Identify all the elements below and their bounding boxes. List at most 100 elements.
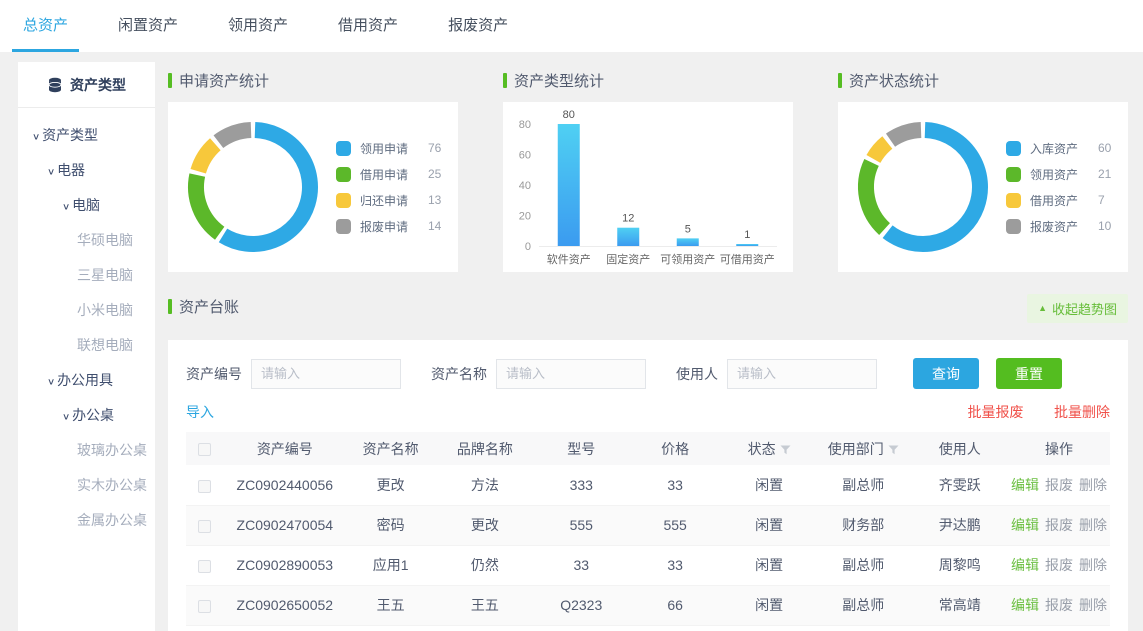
column-header-品牌名称: 品牌名称 xyxy=(434,432,535,465)
tab-借用资产[interactable]: 借用资产 xyxy=(327,0,409,52)
select-all-checkbox[interactable] xyxy=(198,443,211,456)
scrap-link[interactable]: 报废 xyxy=(1045,517,1073,533)
table-cell: 33 xyxy=(627,545,723,585)
reset-button[interactable]: 重置 xyxy=(996,358,1062,389)
filter-icon[interactable] xyxy=(888,445,899,455)
column-header-使用部门: 使用部门 xyxy=(815,432,912,465)
tree-item-label: 电脑 xyxy=(72,197,100,213)
row-checkbox[interactable] xyxy=(198,480,211,493)
tree-item-实木办公桌[interactable]: 实木办公桌 xyxy=(18,468,155,503)
tree-item-资产类型[interactable]: ∨资产类型 xyxy=(18,118,155,153)
tree-item-小米电脑[interactable]: 小米电脑 xyxy=(18,293,155,328)
ledger-title-text: 资产台账 xyxy=(179,296,239,317)
header-checkbox-cell xyxy=(186,432,223,465)
row-checkbox[interactable] xyxy=(198,600,211,613)
使用人-input[interactable] xyxy=(727,359,877,389)
column-header-label: 操作 xyxy=(1045,441,1073,457)
table-cell: 财务部 xyxy=(815,505,912,545)
column-header-资产名称: 资产名称 xyxy=(347,432,434,465)
scrap-link[interactable]: 报废 xyxy=(1045,597,1073,613)
table-cell: GG xyxy=(347,625,434,631)
search-button[interactable]: 查询 xyxy=(913,358,979,389)
tree-item-label: 三星电脑 xyxy=(77,267,133,283)
legend-value: 60 xyxy=(1098,141,1111,155)
table-cell: 应用1 xyxy=(347,545,434,585)
legend-swatch xyxy=(1006,193,1021,208)
edit-link[interactable]: 编辑 xyxy=(1011,517,1039,533)
edit-link[interactable]: 编辑 xyxy=(1011,557,1039,573)
asset-table: 资产编号资产名称品牌名称型号价格状态使用部门使用人操作 ZC0902440056… xyxy=(186,432,1110,631)
table-cell: 财务部 xyxy=(815,625,912,631)
tree-item-办公用具[interactable]: ∨办公用具 xyxy=(18,363,155,398)
collapse-trend-button[interactable]: ▲ 收起趋势图 xyxy=(1027,294,1128,323)
column-header-操作: 操作 xyxy=(1008,432,1110,465)
table-cell: Q2323 xyxy=(535,585,627,625)
chart-title-text: 资产状态统计 xyxy=(849,70,939,91)
tree-item-电器[interactable]: ∨电器 xyxy=(18,153,155,188)
batch-delete-link[interactable]: 批量删除 xyxy=(1054,404,1110,420)
svg-text:80: 80 xyxy=(563,109,575,121)
table-cell: W434 xyxy=(535,625,627,631)
import-link[interactable]: 导入 xyxy=(186,402,214,422)
ledger-card: 资产编号资产名称使用人查询重置 导入 批量报废 批量删除 资产编号资产名称品牌名… xyxy=(168,340,1128,631)
资产名称-input[interactable] xyxy=(496,359,646,389)
tab-总资产[interactable]: 总资产 xyxy=(12,0,79,52)
donut-svg-apply xyxy=(178,112,328,262)
delete-link[interactable]: 删除 xyxy=(1079,517,1107,533)
table-header-row: 资产编号资产名称品牌名称型号价格状态使用部门使用人操作 xyxy=(186,432,1110,465)
row-actions-cell: 编辑报废删除 xyxy=(1008,625,1110,631)
tree-item-联想电脑[interactable]: 联想电脑 xyxy=(18,328,155,363)
column-header-label: 型号 xyxy=(567,441,595,457)
tree-item-三星电脑[interactable]: 三星电脑 xyxy=(18,258,155,293)
tree-item-玻璃办公桌[interactable]: 玻璃办公桌 xyxy=(18,433,155,468)
edit-link[interactable]: 编辑 xyxy=(1011,597,1039,613)
edit-link[interactable]: 编辑 xyxy=(1011,477,1039,493)
table-cell: 闲置 xyxy=(723,465,815,505)
filter-icon[interactable] xyxy=(780,445,791,455)
batch-scrap-link[interactable]: 批量报废 xyxy=(968,404,1024,420)
scrap-link[interactable]: 报废 xyxy=(1045,557,1073,573)
svg-text:60: 60 xyxy=(519,150,531,162)
table-cell: 66 xyxy=(627,585,723,625)
资产编号-input[interactable] xyxy=(251,359,401,389)
tree-item-办公桌[interactable]: ∨办公桌 xyxy=(18,398,155,433)
charts-row: 申请资产统计领用申请76借用申请25归还申请13报废申请14资产类型统计0204… xyxy=(168,62,1128,272)
tree-item-金属办公桌[interactable]: 金属办公桌 xyxy=(18,503,155,538)
tab-闲置资产[interactable]: 闲置资产 xyxy=(107,0,189,52)
filter-group: 使用人 xyxy=(676,359,877,389)
column-header-label: 状态 xyxy=(748,441,776,457)
legend-label: 借用资产 xyxy=(1030,192,1088,209)
table-cell: 33 xyxy=(535,545,627,585)
table-cell: 闲置 xyxy=(723,585,815,625)
chart-title-apply: 申请资产统计 xyxy=(168,70,458,90)
column-header-label: 品牌名称 xyxy=(457,441,513,457)
legend-swatch xyxy=(1006,167,1021,182)
table-row: ZC0902890053应用1仍然3333闲置副总师周黎鸣编辑报废删除 xyxy=(186,545,1110,585)
tab-报废资产[interactable]: 报废资产 xyxy=(437,0,519,52)
legend-item: 归还申请13 xyxy=(336,187,441,213)
table-cell: 闲置 xyxy=(723,625,815,631)
table-cell: 闲置 xyxy=(723,505,815,545)
caret-down-icon: ∨ xyxy=(32,124,40,152)
scrap-link[interactable]: 报废 xyxy=(1045,477,1073,493)
row-checkbox-cell xyxy=(186,465,223,505)
chart-section-status: 资产状态统计入库资产60领用资产21借用资产7报废资产10 xyxy=(838,62,1128,272)
tree-item-电脑[interactable]: ∨电脑 xyxy=(18,188,155,223)
legend-item: 报废资产10 xyxy=(1006,213,1111,239)
delete-link[interactable]: 删除 xyxy=(1079,597,1107,613)
legend-swatch xyxy=(336,167,351,182)
tab-领用资产[interactable]: 领用资产 xyxy=(217,0,299,52)
delete-link[interactable]: 删除 xyxy=(1079,557,1107,573)
row-checkbox[interactable] xyxy=(198,560,211,573)
row-checkbox[interactable] xyxy=(198,520,211,533)
filter-group: 资产编号 xyxy=(186,359,401,389)
legend-label: 报废资产 xyxy=(1030,218,1088,235)
legend-value: 25 xyxy=(428,167,441,181)
tree-item-华硕电脑[interactable]: 华硕电脑 xyxy=(18,223,155,258)
legend-swatch xyxy=(1006,141,1021,156)
filter-label: 资产编号 xyxy=(186,364,242,384)
table-cell: ZC0902890053 xyxy=(223,545,347,585)
delete-link[interactable]: 删除 xyxy=(1079,477,1107,493)
legend-item: 借用申请25 xyxy=(336,161,441,187)
tree-item-label: 资产类型 xyxy=(42,127,98,143)
